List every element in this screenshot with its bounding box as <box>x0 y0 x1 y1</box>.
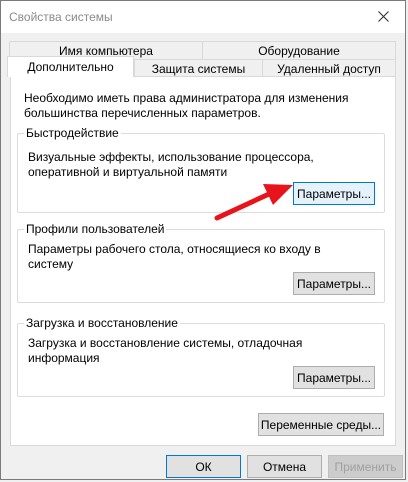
tab-label: Дополнительно <box>27 60 114 74</box>
system-properties-window: Свойства системы Имя компьютера Оборудов… <box>0 0 406 480</box>
tab-system-protection[interactable]: Защита системы <box>134 59 263 77</box>
window-title: Свойства системы <box>9 10 113 24</box>
tab-remote-access[interactable]: Удаленный доступ <box>262 59 396 77</box>
ok-button[interactable]: ОК <box>166 455 241 478</box>
startup-recovery-settings-button[interactable]: Параметры... <box>293 366 375 389</box>
user-profiles-text: Параметры рабочего стола, относящиеся ко… <box>28 242 321 271</box>
performance-text: Визуальные эффекты, использование процес… <box>28 150 314 179</box>
performance-group: Быстродействие Визуальные эффекты, испол… <box>17 126 385 213</box>
user-profiles-settings-button[interactable]: Параметры... <box>293 272 375 295</box>
tab-label: Защита системы <box>151 61 246 76</box>
apply-button[interactable]: Применить <box>328 455 403 478</box>
environment-variables-button[interactable]: Переменные среды... <box>258 413 384 436</box>
tab-label: Удаленный доступ <box>277 61 381 76</box>
close-icon <box>377 10 389 22</box>
tab-label: Оборудование <box>258 44 340 58</box>
red-arrow-icon <box>214 184 293 221</box>
tab-hardware[interactable]: Оборудование <box>202 41 396 60</box>
performance-settings-button[interactable]: Параметры... <box>293 182 375 205</box>
startup-recovery-title: Загрузка и восстановление <box>24 316 180 331</box>
tab-advanced[interactable]: Дополнительно <box>7 56 134 77</box>
cancel-button[interactable]: Отмена <box>247 455 322 478</box>
user-profiles-title: Профили пользователей <box>24 222 167 237</box>
title-bar: Свойства системы <box>1 1 405 33</box>
performance-title: Быстродействие <box>24 126 121 141</box>
close-button[interactable] <box>361 1 405 31</box>
admin-note: Необходимо иметь права администратора дл… <box>24 91 349 120</box>
user-profiles-group: Профили пользователей Параметры рабочего… <box>17 222 385 303</box>
startup-recovery-group: Загрузка и восстановление Загрузка и вос… <box>17 316 385 397</box>
advanced-tab-panel: Необходимо иметь права администратора дл… <box>10 76 396 446</box>
startup-recovery-text: Загрузка и восстановление системы, отлад… <box>28 336 303 365</box>
